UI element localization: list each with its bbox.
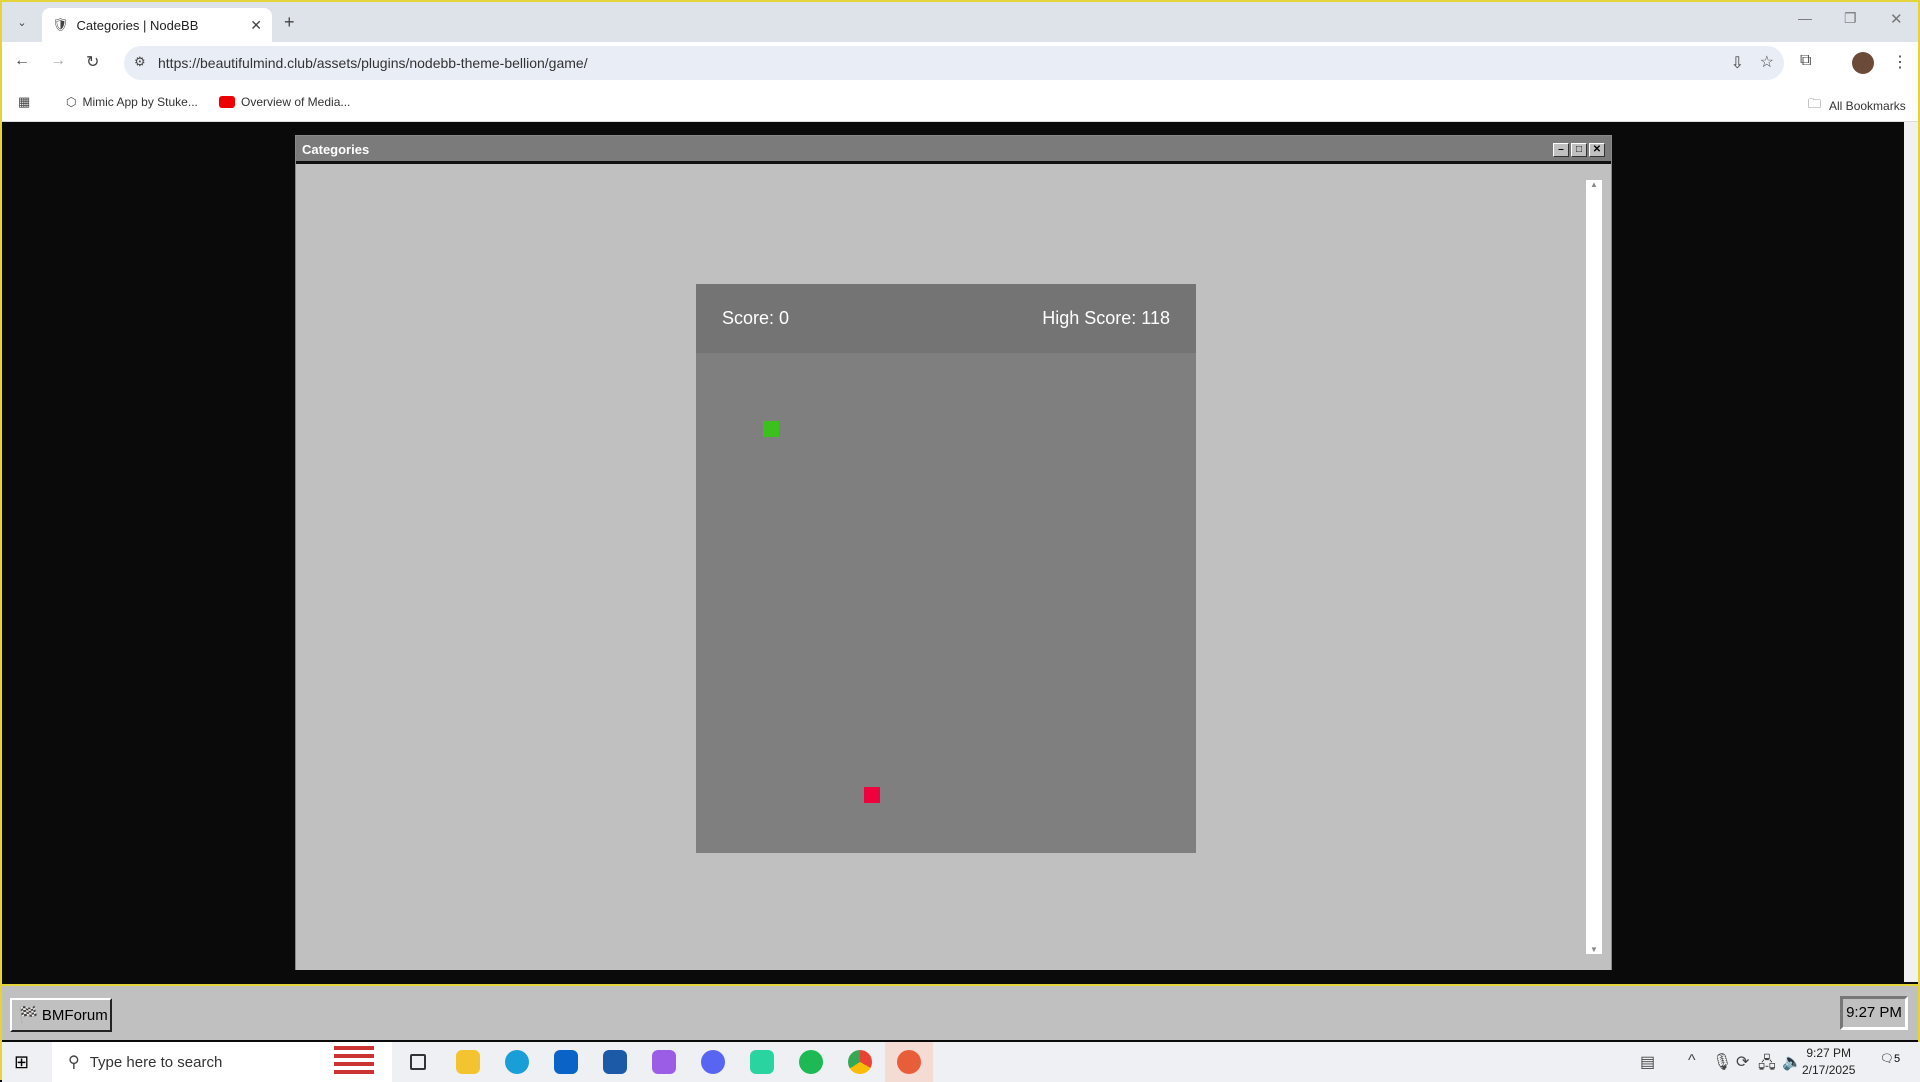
player-square [864,787,880,803]
window-title: Categories [302,142,370,157]
scroll-up-icon[interactable]: ▲ [1586,180,1602,189]
tab-search-chevron-icon[interactable]: ⌄ [12,12,32,32]
clock-date: 2/17/2025 [1802,1063,1856,1077]
nodebb-favicon-icon: 🛡 [52,17,69,32]
system-clock[interactable]: 9:27 PM 2/17/2025 [1802,1045,1855,1079]
restore-icon[interactable]: ❐ [1844,10,1857,27]
food-square [763,421,779,437]
window-titlebar[interactable]: Categories – □ ✕ [296,136,1611,164]
taskbar-search[interactable]: ⚲ Type here to search [52,1042,392,1082]
volume-icon[interactable]: 🔈 [1782,1052,1802,1072]
apps-grid-icon[interactable]: ▦ [18,94,30,110]
edge-icon[interactable] [493,1042,541,1082]
bookmark-label: Overview of Media... [241,95,351,109]
tab-categories[interactable]: 🛡 Categories | NodeBB ✕ [42,8,272,42]
bookmark-star-icon[interactable]: ☆ [1760,52,1774,72]
windows-taskbar: ⊞ ⚲ Type here to search ▤ ^ 🎙 ⟳ 🖧 🔈 9:27… [2,1042,1920,1082]
close-window-icon[interactable]: ✕ [1890,10,1903,28]
reload-icon[interactable]: ↻ [86,52,99,72]
address-bar[interactable]: ⚙ https://beautifulmind.club/assets/plug… [124,46,1784,80]
windows-flag-icon: 🏁 [18,1007,38,1024]
all-bookmarks-label: All Bookmarks [1829,99,1906,113]
microphone-icon[interactable]: 🎙 [1712,1052,1732,1072]
score: Score: 0 [722,308,790,328]
browser-toolbar: ← → ↻ ⚙ https://beautifulmind.club/asset… [2,42,1918,84]
site-info-icon[interactable]: ⚙ [134,54,146,70]
new-tab-icon[interactable]: + [284,12,295,33]
chrome-icon[interactable] [836,1042,884,1082]
clock-time: 9:27 PM [1806,1046,1852,1060]
update-icon[interactable]: ⟳ [1736,1052,1749,1072]
page-scrollbar[interactable] [1904,122,1918,982]
retro-clock: 9:27 PM [1840,996,1908,1030]
window-close-icon[interactable]: ✕ [1589,143,1605,157]
extensions-icon[interactable]: ⧉ [1800,52,1811,70]
profile-avatar[interactable] [1852,52,1874,74]
task-view-icon[interactable] [394,1042,442,1082]
m365-icon[interactable] [640,1042,688,1082]
all-bookmarks[interactable]: 🗀 All Bookmarks [1808,95,1906,117]
minimize-icon[interactable]: — [1798,10,1812,26]
store-icon[interactable] [591,1042,639,1082]
window-scrollbar[interactable]: ▲ ▼ [1586,180,1602,954]
bookmark-mimic[interactable]: ⬡ Mimic App by Stuke... [66,95,198,109]
start-label: BMForum [41,1006,108,1024]
tab-title: Categories | NodeBB [76,17,199,33]
menu-icon[interactable]: ⋮ [1892,52,1908,72]
bmforum-start-button[interactable]: 🏁 BMForum [10,998,112,1032]
search-placeholder: Type here to search [89,1053,223,1071]
chat-app-icon[interactable] [738,1042,786,1082]
us-flag-icon [334,1046,374,1078]
scroll-down-icon[interactable]: ▼ [1586,945,1602,954]
outlook-icon[interactable] [542,1042,590,1082]
notification-count: 5 [1893,1053,1901,1065]
bookmarks-bar: ▦ ⬡ Mimic App by Stuke... Overview of Me… [2,84,1918,122]
youtube-icon [219,96,235,108]
high-score: High Score: 118 [1042,308,1170,328]
bookmark-overview[interactable]: Overview of Media... [219,95,350,109]
window-body: ▲ ▼ Score: 0 High Score: 118 [296,164,1611,970]
tab-strip: ⌄ 🛡 Categories | NodeBB ✕ + — ❐ ✕ [2,2,1918,42]
game-board[interactable]: Score: 0 High Score: 118 [696,284,1196,853]
mimic-favicon-icon: ⬡ [66,95,77,109]
url-text: https://beautifulmind.club/assets/plugin… [158,55,588,71]
forward-icon[interactable]: → [50,52,66,70]
news-icon[interactable]: ▤ [1640,1052,1655,1072]
file-explorer-icon[interactable] [444,1042,492,1082]
windows-start-icon[interactable]: ⊞ [14,1052,29,1073]
categories-window: Categories – □ ✕ ▲ ▼ Score: 0 High Score… [295,135,1612,970]
back-icon[interactable]: ← [14,52,30,70]
close-tab-icon[interactable]: ✕ [250,17,262,34]
window-minimize-icon[interactable]: – [1553,143,1569,157]
discord-icon[interactable] [689,1042,737,1082]
search-icon: ⚲ [68,1054,80,1071]
folder-icon: 🗀 [1808,96,1822,111]
paint-app-icon[interactable] [885,1042,933,1082]
show-hidden-icon[interactable]: ^ [1688,1052,1696,1070]
score-header: Score: 0 High Score: 118 [696,284,1196,353]
install-app-icon[interactable]: ⇩ [1731,53,1744,73]
retro-taskbar: 🏁 BMForum 9:27 PM [2,984,1918,1040]
window-maximize-icon[interactable]: □ [1571,143,1587,157]
bookmark-label: Mimic App by Stuke... [82,95,198,109]
network-icon[interactable]: 🖧 [1758,1052,1776,1079]
notifications-icon[interactable]: 🗨5 [1880,1052,1900,1065]
spotify-icon[interactable] [787,1042,835,1082]
